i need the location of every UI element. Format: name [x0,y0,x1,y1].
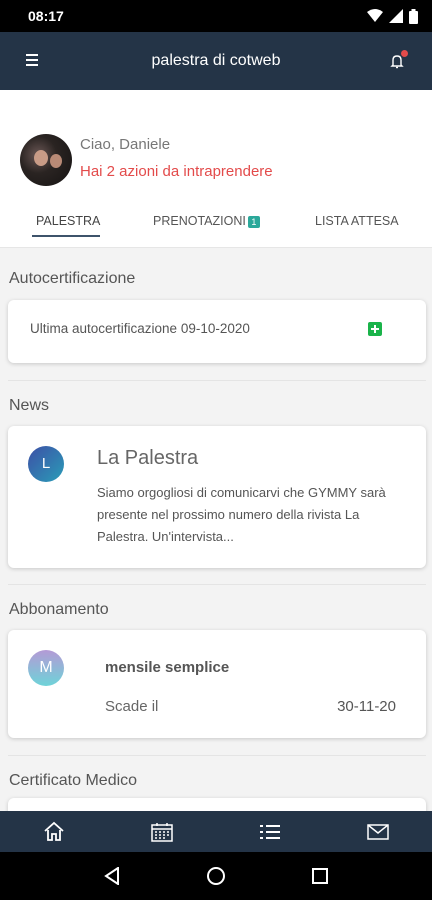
page-title: palestra di cotweb [151,52,281,69]
notifications-button[interactable] [386,50,408,72]
divider [8,755,426,756]
pending-actions-link[interactable]: Hai 2 azioni da intraprendere [80,163,273,180]
news-section-title: News [9,397,50,414]
calendar-icon [151,822,173,842]
subscription-name: mensile semplice [105,659,230,676]
back-icon [104,867,119,885]
notification-dot [401,50,408,57]
news-card[interactable]: L La Palestra Siamo orgogliosi di comuni… [8,426,426,568]
profile-header: Ciao, Daniele Hai 2 azioni da intraprend… [0,90,432,202]
subscription-card[interactable]: M mensile semplice Scade il 30-11-20 [8,630,426,738]
autocert-card[interactable]: Ultima autocertificazione 09-10-2020 [8,300,426,363]
signal-icon [389,9,403,23]
system-nav-bar [0,852,432,900]
news-item-title: La Palestra [97,447,199,469]
status-bar: 08:17 [0,0,432,32]
tab-prenotazioni[interactable]: PRENOTAZIONI 1 [153,214,260,228]
subscription-avatar: M [28,650,64,686]
medical-section-title: Certificato Medico [9,772,138,789]
home-circle-icon [207,867,225,885]
autocert-text: Ultima autocertificazione 09-10-2020 [30,321,250,336]
app-bar: palestra di cotweb [0,32,432,90]
tab-lista-attesa[interactable]: LISTA ATTESA [315,214,399,228]
active-tab-indicator [32,235,100,237]
battery-icon [409,8,418,24]
avatar[interactable] [20,134,72,186]
status-time: 08:17 [28,8,64,24]
home-icon [44,821,64,841]
subscription-expires-date: 30-11-20 [337,698,396,715]
main-content[interactable]: Ciao, Daniele Hai 2 azioni da intraprend… [0,90,432,811]
system-recents-button[interactable] [300,856,340,896]
medical-card[interactable] [8,798,426,811]
recents-icon [312,868,328,884]
nav-list[interactable] [250,817,290,847]
add-icon[interactable] [368,322,382,336]
wifi-icon [367,9,383,22]
tab-palestra[interactable]: PALESTRA [36,214,100,228]
divider [8,584,426,585]
system-home-button[interactable] [196,856,236,896]
list-icon [260,824,280,839]
tab-prenotazioni-label: PRENOTAZIONI [153,214,246,228]
autocert-section-title: Autocertificazione [9,270,136,287]
mail-icon [367,823,389,840]
prenotazioni-badge: 1 [247,216,260,228]
bottom-nav [0,811,432,852]
news-avatar: L [28,446,64,482]
nav-home[interactable] [34,817,74,847]
system-back-button[interactable] [92,856,132,896]
menu-icon[interactable] [26,54,46,68]
subscription-section-title: Abbonamento [9,601,109,618]
tab-bar: PALESTRA PRENOTAZIONI 1 LISTA ATTESA [0,202,432,248]
nav-calendar[interactable] [142,817,182,847]
divider [8,380,426,381]
news-item-body: Siamo orgogliosi di comunicarvi che GYMM… [97,485,386,544]
subscription-expires-label: Scade il [105,698,159,715]
nav-messages[interactable] [358,817,398,847]
greeting-text: Ciao, Daniele [80,136,171,153]
status-icons [367,8,418,24]
